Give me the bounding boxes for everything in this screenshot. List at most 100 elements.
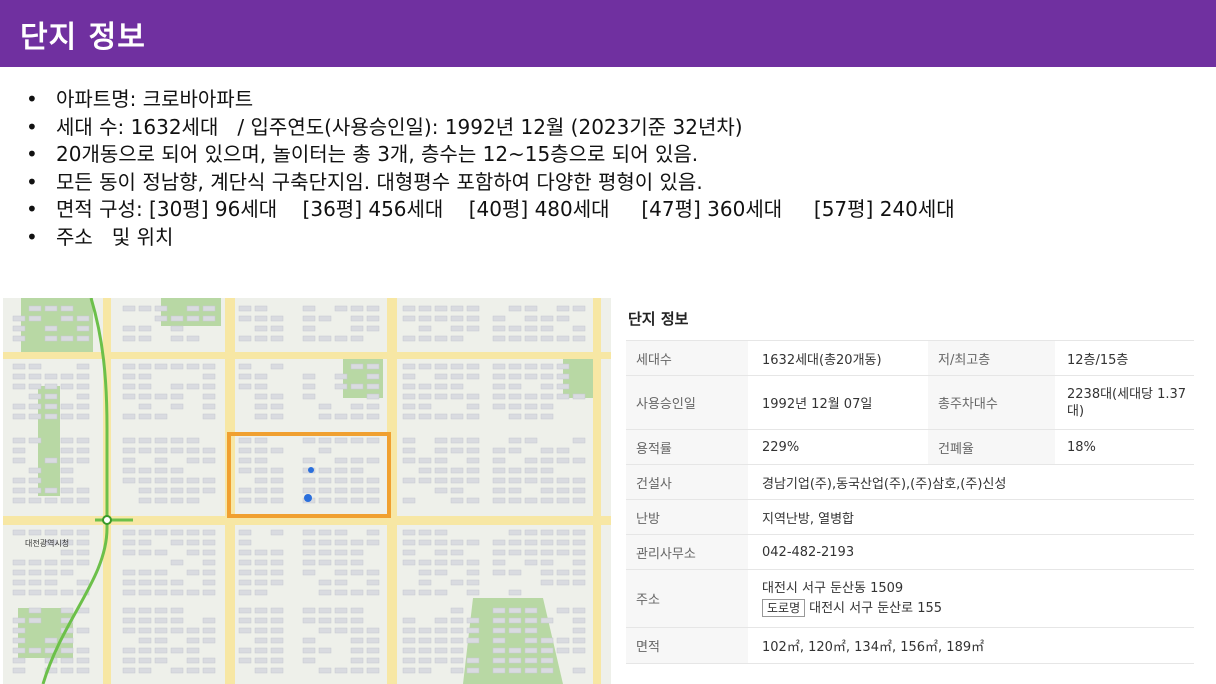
building-block <box>524 315 538 322</box>
building-block <box>572 579 586 586</box>
building-block <box>492 617 506 624</box>
building-block <box>270 403 284 410</box>
building-block <box>540 393 554 400</box>
building-block <box>556 315 570 322</box>
building-block <box>334 539 348 546</box>
table-row: 건설사 경남기업(주),동국산업(주),(주)삼호,(주)신성 <box>626 464 1194 500</box>
building-block <box>44 637 58 644</box>
building-block <box>60 529 74 536</box>
building-block <box>402 413 416 420</box>
building-block <box>366 363 380 370</box>
building-block <box>138 447 152 454</box>
building-block <box>302 607 316 614</box>
building-block <box>44 497 58 504</box>
building-block <box>418 559 432 566</box>
building-block <box>524 647 538 654</box>
building-block <box>350 363 364 370</box>
building-block <box>508 373 522 380</box>
building-block <box>60 413 74 420</box>
building-block <box>524 657 538 664</box>
building-block <box>154 477 168 484</box>
building-block <box>154 467 168 474</box>
value-floors: 12층/15층 <box>1055 340 1194 376</box>
building-block <box>44 413 58 420</box>
building-block <box>418 467 432 474</box>
building-block <box>154 579 168 586</box>
building-block <box>28 467 42 474</box>
table-row: 사용승인일 1992년 12월 07일 총주차대수 2238대(세대당 1.37… <box>626 375 1194 430</box>
building-block <box>154 487 168 494</box>
building-block <box>138 539 152 546</box>
building-block <box>450 437 464 444</box>
building-block <box>556 383 570 390</box>
building-block <box>60 487 74 494</box>
building-block <box>76 529 90 536</box>
building-block <box>556 363 570 370</box>
building-block <box>434 627 448 634</box>
building-block <box>318 667 332 674</box>
building-block <box>508 447 522 454</box>
building-block <box>154 607 168 614</box>
building-block <box>334 529 348 536</box>
location-map[interactable]: 대전광역시청 <box>3 298 611 684</box>
building-block <box>76 627 90 634</box>
building-block <box>138 403 152 410</box>
building-block <box>76 539 90 546</box>
table-row: 관리사무소 042-482-2193 <box>626 534 1194 570</box>
building-block <box>524 335 538 342</box>
building-block <box>170 607 184 614</box>
building-block <box>122 413 136 420</box>
building-block <box>238 497 252 504</box>
building-block <box>318 413 332 420</box>
building-block <box>466 413 480 420</box>
building-block <box>402 667 416 674</box>
building-block <box>138 647 152 654</box>
building-block <box>60 335 74 342</box>
building-block <box>450 497 464 504</box>
building-block <box>122 647 136 654</box>
building-block <box>508 477 522 484</box>
building-block <box>122 667 136 674</box>
building-block <box>366 487 380 494</box>
building-block <box>402 457 416 464</box>
building-block <box>254 325 268 332</box>
building-block <box>540 647 554 654</box>
building-block <box>12 569 26 576</box>
building-block <box>238 569 252 576</box>
building-block <box>122 627 136 634</box>
building-block <box>254 447 268 454</box>
building-block <box>366 457 380 464</box>
building-block <box>270 393 284 400</box>
building-block <box>524 627 538 634</box>
building-block <box>254 579 268 586</box>
building-block <box>76 549 90 556</box>
building-block <box>202 637 216 644</box>
building-block <box>238 607 252 614</box>
building-block <box>492 647 506 654</box>
building-block <box>270 549 284 556</box>
building-block <box>334 383 348 390</box>
table-row: 주소 대전시 서구 둔산동 1509 도로명 대전시 서구 둔산로 155 <box>626 569 1194 628</box>
building-block <box>572 667 586 674</box>
building-block <box>318 617 332 624</box>
value-address: 대전시 서구 둔산동 1509 도로명 대전시 서구 둔산로 155 <box>748 569 1194 628</box>
building-block <box>540 579 554 586</box>
table-row: 난방 지역난방, 열병합 <box>626 499 1194 535</box>
building-block <box>122 457 136 464</box>
bullet-buildings: 20개동으로 되어 있으며, 놀이터는 총 3개, 층수는 12~15층으로 되… <box>24 141 955 169</box>
building-block <box>366 305 380 312</box>
building-block <box>270 559 284 566</box>
map-canvas[interactable]: 대전광역시청 <box>3 298 611 684</box>
table-row: 세대수 1632세대(총20개동) 저/최고층 12층/15층 <box>626 340 1194 376</box>
building-block <box>350 383 364 390</box>
info-panel-title: 단지 정보 <box>628 310 689 328</box>
building-block <box>170 393 184 400</box>
building-block <box>76 497 90 504</box>
building-block <box>302 487 316 494</box>
building-block <box>508 647 522 654</box>
road-address: 대전시 서구 둔산로 155 <box>809 600 943 616</box>
building-block <box>186 539 200 546</box>
building-block <box>170 447 184 454</box>
building-block <box>28 477 42 484</box>
building-block <box>524 559 538 566</box>
